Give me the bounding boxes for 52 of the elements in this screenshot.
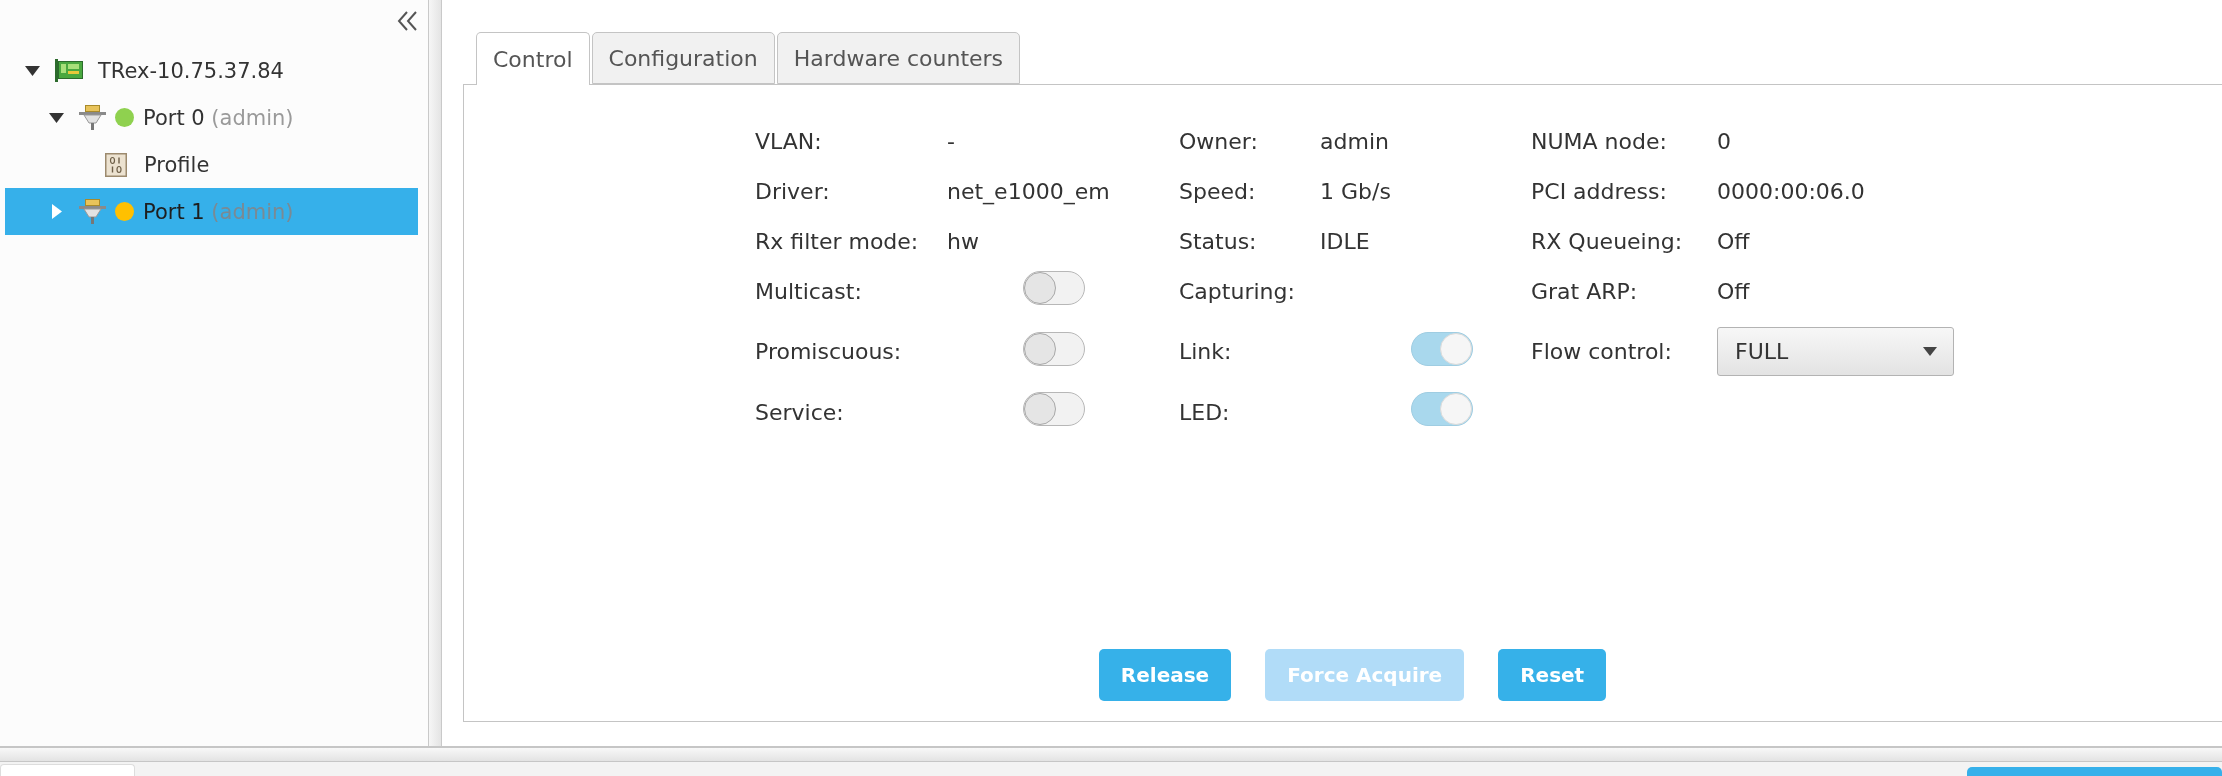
tree-item[interactable]: Port 0 (admin) — [5, 94, 418, 141]
caret-icon[interactable] — [49, 112, 64, 123]
field-label: Driver: — [755, 178, 830, 204]
field-label: Capturing: — [1179, 278, 1295, 304]
field-label: NUMA node: — [1531, 128, 1667, 154]
field-label: Speed: — [1179, 178, 1256, 204]
field-value: admin — [1320, 128, 1389, 154]
field-label: Multicast: — [755, 278, 862, 304]
field-value: net_e1000_em — [947, 178, 1110, 204]
splitter[interactable] — [428, 0, 442, 746]
splitter[interactable] — [0, 746, 2222, 762]
field-label: LED: — [1179, 399, 1230, 425]
toggle-switch[interactable] — [1023, 271, 1085, 305]
field-value: Off — [1717, 278, 1750, 304]
caret-icon — [1923, 347, 1937, 356]
toggle-switch[interactable] — [1023, 392, 1085, 426]
field-label: Owner: — [1179, 128, 1258, 154]
field-label: Promiscuous: — [755, 339, 902, 364]
field-label: Flow control: — [1531, 339, 1672, 364]
dropdown[interactable]: FULL — [1717, 327, 1954, 376]
field-label: RX Queueing: — [1531, 228, 1683, 254]
field-value: Off — [1717, 228, 1750, 254]
field-value: - — [947, 128, 955, 154]
bottom-button[interactable] — [1967, 767, 2222, 776]
binary-file-icon — [105, 152, 127, 177]
field-label: Status: — [1179, 228, 1257, 254]
plug-icon — [79, 199, 106, 224]
toggle-switch[interactable] — [1023, 331, 1085, 366]
collapse-icon[interactable] — [397, 10, 418, 32]
field-value: 0 — [1717, 128, 1731, 154]
field-label: PCI address: — [1531, 178, 1667, 204]
tree-item[interactable]: TRex-10.75.37.84 — [5, 47, 418, 94]
toggle-switch[interactable] — [1411, 331, 1473, 366]
field-label: VLAN: — [755, 128, 822, 154]
caret-icon[interactable] — [25, 65, 40, 76]
toggle-switch[interactable] — [1411, 392, 1473, 426]
field-value: 1 Gb/s — [1320, 178, 1391, 204]
field-label: Link: — [1179, 339, 1232, 364]
field-value: IDLE — [1320, 228, 1370, 254]
tab[interactable]: Configuration — [591, 32, 775, 84]
field-value: 0000:00:06.0 — [1717, 178, 1865, 204]
plug-icon — [79, 105, 106, 130]
tab[interactable]: Control — [476, 32, 590, 85]
field-value: hw — [947, 228, 979, 254]
field-label: Grat ARP: — [1531, 278, 1638, 304]
field-label: Rx filter mode: — [755, 228, 919, 254]
bottom-tab[interactable] — [0, 764, 135, 776]
tab[interactable]: Hardware counters — [776, 32, 1021, 84]
field-label: Service: — [755, 399, 844, 425]
tree-item[interactable]: Profile — [5, 141, 418, 188]
network-card-icon — [55, 59, 83, 82]
tree-item[interactable]: Port 1 (admin) — [5, 188, 418, 235]
